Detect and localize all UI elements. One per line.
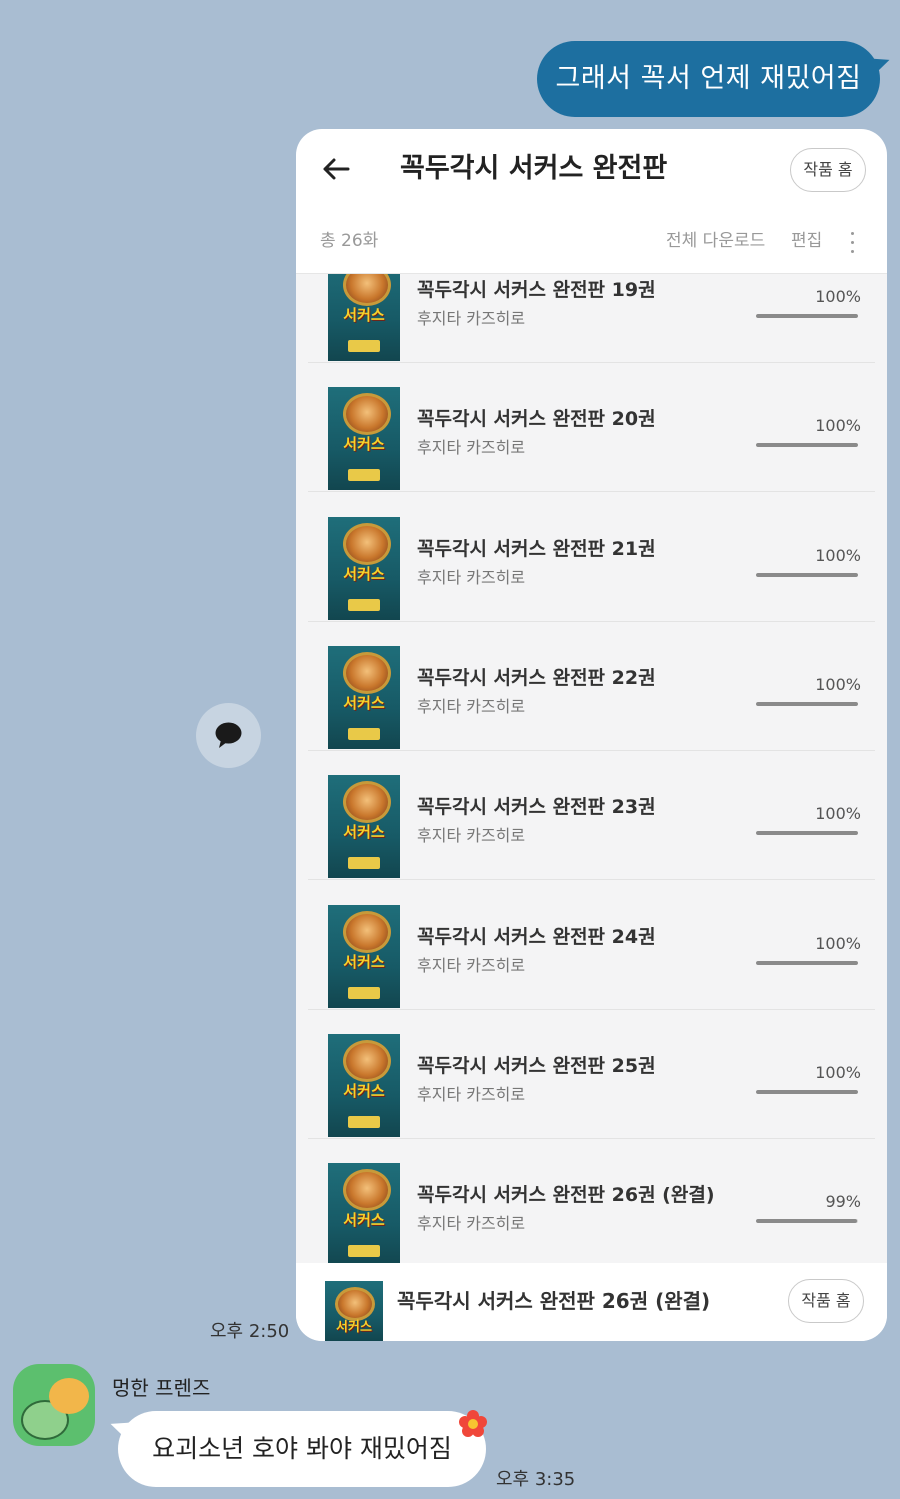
progress-label: 100% (815, 804, 861, 824)
episode-cover-thumbnail: 서커스 (328, 645, 400, 749)
episode-cover-thumbnail: 서커스 (328, 516, 400, 620)
progress-bar (756, 314, 858, 318)
episode-row[interactable]: 서커스 꼭두각시 서커스 완전판 23권후지타 카즈히로 100% (308, 751, 875, 881)
episode-count: 총 26화 (320, 231, 379, 251)
episode-row[interactable]: 서커스 꼭두각시 서커스 완전판 26권 (완결) 후지타 카즈히로 99% (308, 1139, 875, 1264)
progress-label: 99% (825, 1192, 861, 1212)
progress-label: 100% (815, 1062, 861, 1082)
cover-logo: 서커스 (343, 1081, 385, 1100)
progress-bar (756, 831, 858, 836)
share-chat-icon (215, 722, 242, 748)
episode-row[interactable]: 서커스 꼭두각시 서커스 완전판 22권후지타 카즈히로 100% (308, 622, 875, 751)
progress-bar (756, 960, 858, 965)
progress-label: 100% (815, 933, 861, 953)
outgoing-message-bubble[interactable]: 그래서 꼭서 언제 재밌어짐 (537, 41, 880, 117)
episode-cover-thumbnail: 서커스 (328, 274, 400, 361)
progress-bar (756, 572, 858, 577)
episode-title: 꼭두각시 서커스 완전판 20권 (417, 408, 656, 431)
cover-logo: 서커스 (336, 1320, 372, 1335)
episode-title: 꼭두각시 서커스 완전판 25권 (417, 1054, 656, 1077)
episode-row[interactable]: 서커스 꼭두각시 서커스 완전판 20권후지타 카즈히로 100% (308, 363, 875, 493)
progress-bar (756, 1219, 858, 1224)
edit-button[interactable]: 편집 (791, 221, 822, 261)
more-vertical-icon[interactable] (849, 232, 855, 254)
sender-name: 멍한 프렌즈 (112, 1376, 211, 1400)
episode-author: 후지타 카즈히로 (417, 309, 526, 328)
episode-title: 꼭두각시 서커스 완전판 19권 (417, 279, 656, 301)
progress-label: 100% (815, 545, 861, 565)
episode-list[interactable]: 서커스 꼭두각시 서커스 완전판 19권 후지타 카즈히로 100% 서커스 꼭두각시 서… (296, 273, 887, 1264)
footer-cover-thumbnail: 서커스 (325, 1281, 383, 1341)
progress-label: 100% (815, 416, 861, 436)
episode-cover-thumbnail: 서커스 (328, 775, 400, 879)
cover-logo: 서커스 (343, 1211, 385, 1230)
episode-toolbar: 총 26화 전체 다운로드 편집 (296, 221, 887, 273)
flower-icon (459, 1410, 487, 1437)
progress-label: 100% (815, 674, 861, 694)
episode-title: 꼭두각시 서커스 완전판 21권 (417, 537, 656, 560)
episode-author: 후지타 카즈히로 (417, 826, 526, 846)
episode-row[interactable]: 서커스 꼭두각시 서커스 완전판 21권후지타 카즈히로 100% (308, 493, 875, 622)
progress-label: 100% (815, 287, 861, 306)
share-button[interactable] (196, 703, 261, 768)
avatar[interactable] (13, 1364, 95, 1446)
shared-message-time: 오후 2:50 (210, 1321, 290, 1342)
progress-bar (756, 443, 858, 448)
episode-title: 꼭두각시 서커스 완전판 26권 (완결) (417, 1184, 715, 1207)
episode-author: 후지타 카즈히로 (417, 567, 526, 587)
work-home-button[interactable]: 작품 홈 (790, 148, 866, 192)
episode-author: 후지타 카즈히로 (417, 955, 526, 975)
card-title: 꼭두각시 서커스 완전판 (400, 153, 668, 184)
episode-author: 후지타 카즈히로 (417, 1214, 526, 1234)
incoming-message-bubble[interactable]: 요괴소년 호야 봐야 재밌어짐 (118, 1411, 486, 1487)
footer-episode-title: 꼭두각시 서커스 완전판 26권 (완결) (397, 1289, 711, 1313)
cover-logo: 서커스 (343, 823, 385, 842)
episode-author: 후지타 카즈히로 (417, 696, 526, 716)
progress-bar (756, 701, 858, 706)
download-all-button[interactable]: 전체 다운로드 (666, 221, 765, 261)
episode-row[interactable]: 서커스 꼭두각시 서커스 완전판 25권후지타 카즈히로 100% (308, 1010, 875, 1139)
cover-logo: 서커스 (343, 693, 385, 712)
card-header: 꼭두각시 서커스 완전판 작품 홈 (296, 129, 887, 209)
cover-logo: 서커스 (343, 435, 385, 454)
episode-author: 후지타 카즈히로 (417, 438, 526, 458)
episode-cover-thumbnail: 서커스 (328, 1033, 400, 1137)
episode-cover-thumbnail: 서커스 (328, 1163, 400, 1264)
back-arrow-icon[interactable] (320, 153, 352, 185)
episode-title: 꼭두각시 서커스 완전판 23권 (417, 796, 656, 819)
cover-logo: 서커스 (343, 952, 385, 971)
progress-bar (756, 1089, 858, 1094)
episode-cover-thumbnail: 서커스 (328, 904, 400, 1008)
incoming-message-time: 오후 3:35 (496, 1469, 576, 1490)
episode-row[interactable]: 서커스 꼭두각시 서커스 완전판 19권후지타 카즈히로 100% (308, 274, 875, 363)
episode-cover-thumbnail: 서커스 (328, 387, 400, 491)
cover-logo: 서커스 (343, 564, 385, 583)
now-reading-bar[interactable]: 서커스 꼭두각시 서커스 완전판 26권 (완결) 작품 홈 (296, 1263, 887, 1341)
shared-comic-card: 꼭두각시 서커스 완전판 작품 홈 총 26화 전체 다운로드 편집 서커스꼭두… (296, 129, 887, 1341)
episode-title: 꼭두각시 서커스 완전판 24권 (417, 925, 656, 948)
footer-work-home-button[interactable]: 작품 홈 (788, 1279, 864, 1323)
episode-row[interactable]: 서커스 꼭두각시 서커스 완전판 24권후지타 카즈히로 100% (308, 881, 875, 1010)
episode-author: 후지타 카즈히로 (417, 1084, 526, 1104)
cover-logo: 서커스 (343, 306, 385, 324)
episode-title: 꼭두각시 서커스 완전판 22권 (417, 666, 656, 689)
